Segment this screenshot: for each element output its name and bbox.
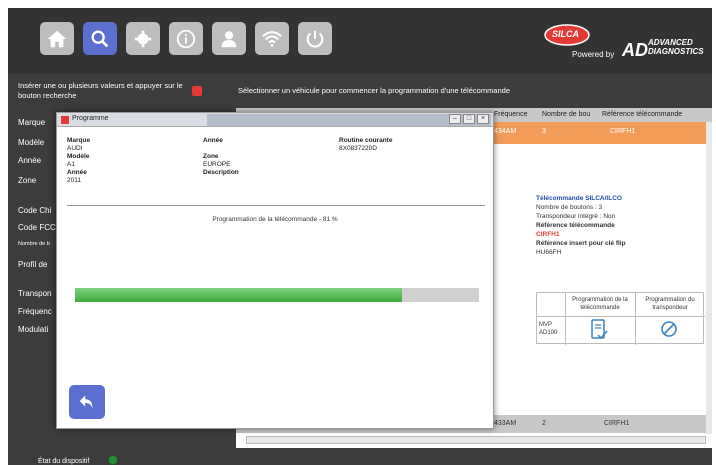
- label-modulation: Modulati: [18, 325, 49, 334]
- app-window: SILCA Powered by AD ADVANCED DIAGNOSTICS…: [8, 8, 712, 465]
- wifi-icon: [262, 30, 282, 47]
- remote-program-icon[interactable]: [590, 319, 608, 341]
- label-transpondeur: Transpon: [18, 289, 52, 298]
- mini-search-icon[interactable]: [192, 86, 202, 96]
- remote-buttons-count: Nombre de boutons : 3: [536, 204, 603, 211]
- remote-title: Télécommande SILCA/ILCO: [536, 195, 622, 202]
- cell-ref: CIRFH1: [604, 420, 630, 427]
- vehicle-instruction: Sélectionner un véhicule pour commencer …: [238, 86, 510, 95]
- remote-ref-label: Référence télécommande: [536, 222, 615, 229]
- minimize-button[interactable]: –: [449, 114, 461, 124]
- cell-nb: 3: [542, 128, 546, 135]
- horizontal-scrollbar[interactable]: [246, 436, 706, 444]
- cell-ref: CIRFH1: [610, 128, 636, 135]
- description-label: Description: [203, 169, 239, 176]
- programming-table: Programmation de la télécommande Program…: [536, 292, 705, 345]
- progress-bar-fill: [75, 288, 403, 302]
- power-icon: [306, 30, 324, 47]
- col-reference[interactable]: Référence télécommande: [602, 111, 682, 118]
- col-frequence[interactable]: Fréquence: [494, 111, 527, 118]
- remote-transponder: Transpondeur intégré : Non: [536, 213, 616, 220]
- label-code-chi: Code Chi: [18, 206, 52, 215]
- label-code-fcc: Code FCC: [18, 223, 56, 232]
- zone-label: Zone: [203, 153, 219, 160]
- cell-freq: 433AM: [494, 420, 517, 427]
- zone-value: EUROPE: [203, 161, 231, 168]
- power-button[interactable]: [298, 22, 332, 55]
- label-annee: Année: [18, 156, 42, 165]
- insert-ref-value: HU66FH: [536, 249, 562, 256]
- label-frequence: Fréquenc: [18, 307, 52, 316]
- back-arrow-icon: [79, 395, 93, 409]
- modele-label: Modèle: [67, 153, 90, 160]
- vertical-scrollbar[interactable]: [706, 122, 712, 434]
- label-zone: Zone: [18, 176, 37, 185]
- insert-ref-label: Référence insert pour clé flip: [536, 240, 626, 247]
- divider: [67, 205, 485, 206]
- maximize-button[interactable]: □: [463, 114, 475, 124]
- label-nombre: Nombre de b: [18, 241, 50, 247]
- annee-label: Année: [67, 169, 87, 176]
- label-marque: Marque: [18, 118, 46, 127]
- col-nombre[interactable]: Nombre de bou: [542, 111, 590, 118]
- remote-ref-value: CIRFH1: [536, 231, 560, 238]
- powered-by-text: Powered by: [572, 50, 615, 59]
- annee2-label: Année: [203, 137, 223, 144]
- info-icon: [176, 29, 196, 48]
- marque-value: AUDI: [67, 145, 83, 152]
- wifi-button[interactable]: [255, 22, 289, 55]
- dialog-titlebar[interactable]: Programme – □ ×: [57, 113, 493, 127]
- marque-label: Marque: [67, 137, 91, 144]
- device-label: MVP AD100: [539, 322, 558, 336]
- settings-button[interactable]: [126, 22, 160, 55]
- close-button[interactable]: ×: [477, 114, 489, 124]
- info-button[interactable]: [169, 22, 203, 55]
- program-dialog: Programme – □ × Marque AUDI Modèle A1 An…: [56, 112, 494, 429]
- label-modele: Modèle: [18, 138, 45, 147]
- progress-message: Programmation de la télécommande - 81 %: [212, 216, 338, 223]
- brand-logo: SILCA Powered by AD ADVANCED DIAGNOSTICS: [542, 22, 704, 62]
- cell-nb: 2: [542, 420, 546, 427]
- label-profil: Profil de: [18, 260, 48, 269]
- silca-text: SILCA: [552, 29, 579, 39]
- ad-logo-text: AD: [622, 40, 648, 60]
- search-icon: [91, 30, 109, 47]
- not-available-icon: [661, 321, 677, 337]
- home-icon: [47, 30, 67, 47]
- progress-bar: [75, 288, 479, 302]
- device-status-label: État du dispositif: [38, 458, 90, 465]
- user-button[interactable]: [212, 22, 246, 55]
- home-button[interactable]: [40, 22, 74, 55]
- search-button[interactable]: [83, 22, 117, 55]
- gear-icon: [134, 30, 152, 47]
- app-icon: [61, 116, 69, 124]
- device-status-indicator: [108, 455, 118, 465]
- modele-value: A1: [67, 161, 75, 168]
- annee-value: 2011: [67, 177, 81, 184]
- remote-detail: Télécommande SILCA/ILCO Nombre de bouton…: [536, 194, 626, 257]
- dialog-title: Programme: [72, 115, 109, 122]
- col-prog-remote: Programmation de la télécommande: [572, 297, 628, 311]
- back-button[interactable]: [69, 385, 105, 419]
- routine-value: 8X0837220D: [339, 145, 377, 152]
- search-instruction: Insérer une ou plusieurs valeurs et appu…: [18, 81, 183, 100]
- advanced-diagnostics-text: ADVANCED DIAGNOSTICS: [648, 38, 704, 56]
- user-icon: [221, 30, 237, 47]
- cell-freq: 434AM: [494, 128, 517, 135]
- toolbar: SILCA Powered by AD ADVANCED DIAGNOSTICS: [8, 8, 712, 74]
- col-prog-transponder: Programmation du transpondeur: [645, 297, 695, 311]
- routine-label: Routine courante: [339, 137, 393, 144]
